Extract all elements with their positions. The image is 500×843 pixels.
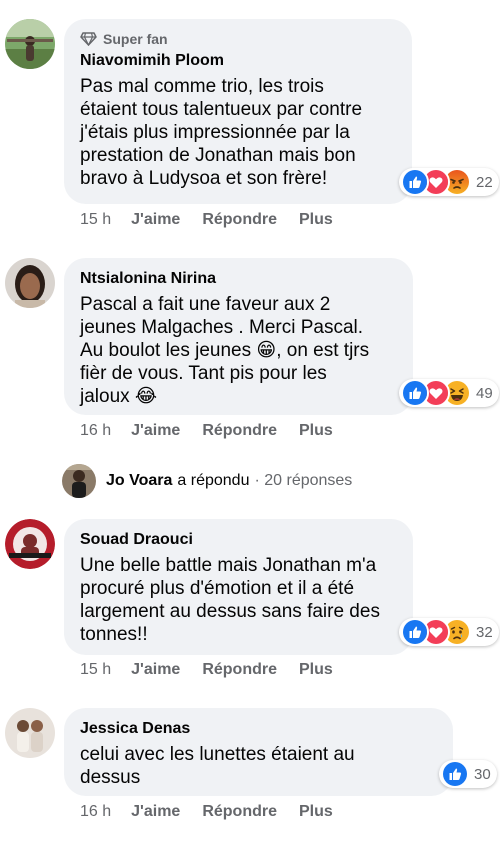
reply-button[interactable]: Répondre [202, 211, 277, 229]
reaction-count: 30 [474, 765, 491, 783]
reaction-count: 32 [476, 623, 493, 641]
avatar [62, 464, 96, 498]
comment-actions: 16 h J'aime Répondre Plus [80, 801, 355, 823]
reply-author: Jo Voara [106, 472, 173, 489]
avatar[interactable] [5, 258, 55, 308]
timestamp[interactable]: 15 h [80, 661, 111, 679]
view-replies-link[interactable]: Jo Voara a répondu · 20 réponses [62, 464, 352, 498]
comment-text: Une belle battle mais Jonathan m'a procu… [80, 555, 380, 645]
diamond-icon [80, 32, 97, 46]
like-reaction-icon [401, 618, 429, 646]
comment-author[interactable]: Niavomimih Ploom [80, 51, 396, 71]
comment-bubble: Jessica Denas celui avec les lunettes ét… [64, 708, 453, 796]
comment-actions: 15 h J'aime Répondre Plus [80, 659, 355, 681]
super-fan-badge: Super fan [80, 30, 396, 48]
reply-verb: a répondu [177, 472, 250, 489]
avatar[interactable] [5, 19, 55, 69]
reply-count: · 20 réponses [254, 472, 353, 489]
reply-button[interactable]: Répondre [202, 422, 277, 440]
comment-actions: 15 h J'aime Répondre Plus [80, 209, 355, 231]
like-reaction-icon [401, 379, 429, 407]
reactions-summary[interactable]: 30 [439, 760, 497, 788]
like-button[interactable]: J'aime [131, 803, 180, 821]
reaction-count: 22 [476, 173, 493, 191]
like-reaction-icon [401, 168, 429, 196]
reaction-count: 49 [476, 384, 493, 402]
timestamp[interactable]: 16 h [80, 422, 111, 440]
comment-author[interactable]: Souad Draouci [80, 530, 397, 550]
reactions-summary[interactable]: 49 [399, 379, 499, 407]
more-button[interactable]: Plus [299, 803, 333, 821]
comment-author[interactable]: Ntsialonina Nirina [80, 269, 397, 289]
comment-text: Pas mal comme trio, les trois étaient to… [80, 76, 363, 189]
comment-bubble: Super fan Niavomimih Ploom Pas mal comme… [64, 19, 412, 204]
like-button[interactable]: J'aime [131, 661, 180, 679]
comment-bubble: Ntsialonina Nirina Pascal a fait une fav… [64, 258, 413, 415]
avatar[interactable] [5, 708, 55, 758]
more-button[interactable]: Plus [299, 422, 333, 440]
comment-text: Pascal a fait une faveur aux 2 jeunes Ma… [80, 294, 370, 407]
like-button[interactable]: J'aime [131, 211, 180, 229]
comment-bubble: Souad Draouci Une belle battle mais Jona… [64, 519, 413, 655]
comment-actions: 16 h J'aime Répondre Plus [80, 420, 355, 442]
avatar[interactable] [5, 519, 55, 569]
reactions-summary[interactable]: 22 [399, 168, 499, 196]
like-button[interactable]: J'aime [131, 422, 180, 440]
comment-text: celui avec les lunettes étaient au dessu… [80, 744, 355, 788]
like-reaction-icon [441, 760, 469, 788]
more-button[interactable]: Plus [299, 211, 333, 229]
timestamp[interactable]: 16 h [80, 803, 111, 821]
timestamp[interactable]: 15 h [80, 211, 111, 229]
badge-label: Super fan [103, 31, 168, 47]
more-button[interactable]: Plus [299, 661, 333, 679]
reply-button[interactable]: Répondre [202, 803, 277, 821]
reactions-summary[interactable]: 32 [399, 618, 499, 646]
reply-button[interactable]: Répondre [202, 661, 277, 679]
comment-author[interactable]: Jessica Denas [80, 719, 437, 739]
